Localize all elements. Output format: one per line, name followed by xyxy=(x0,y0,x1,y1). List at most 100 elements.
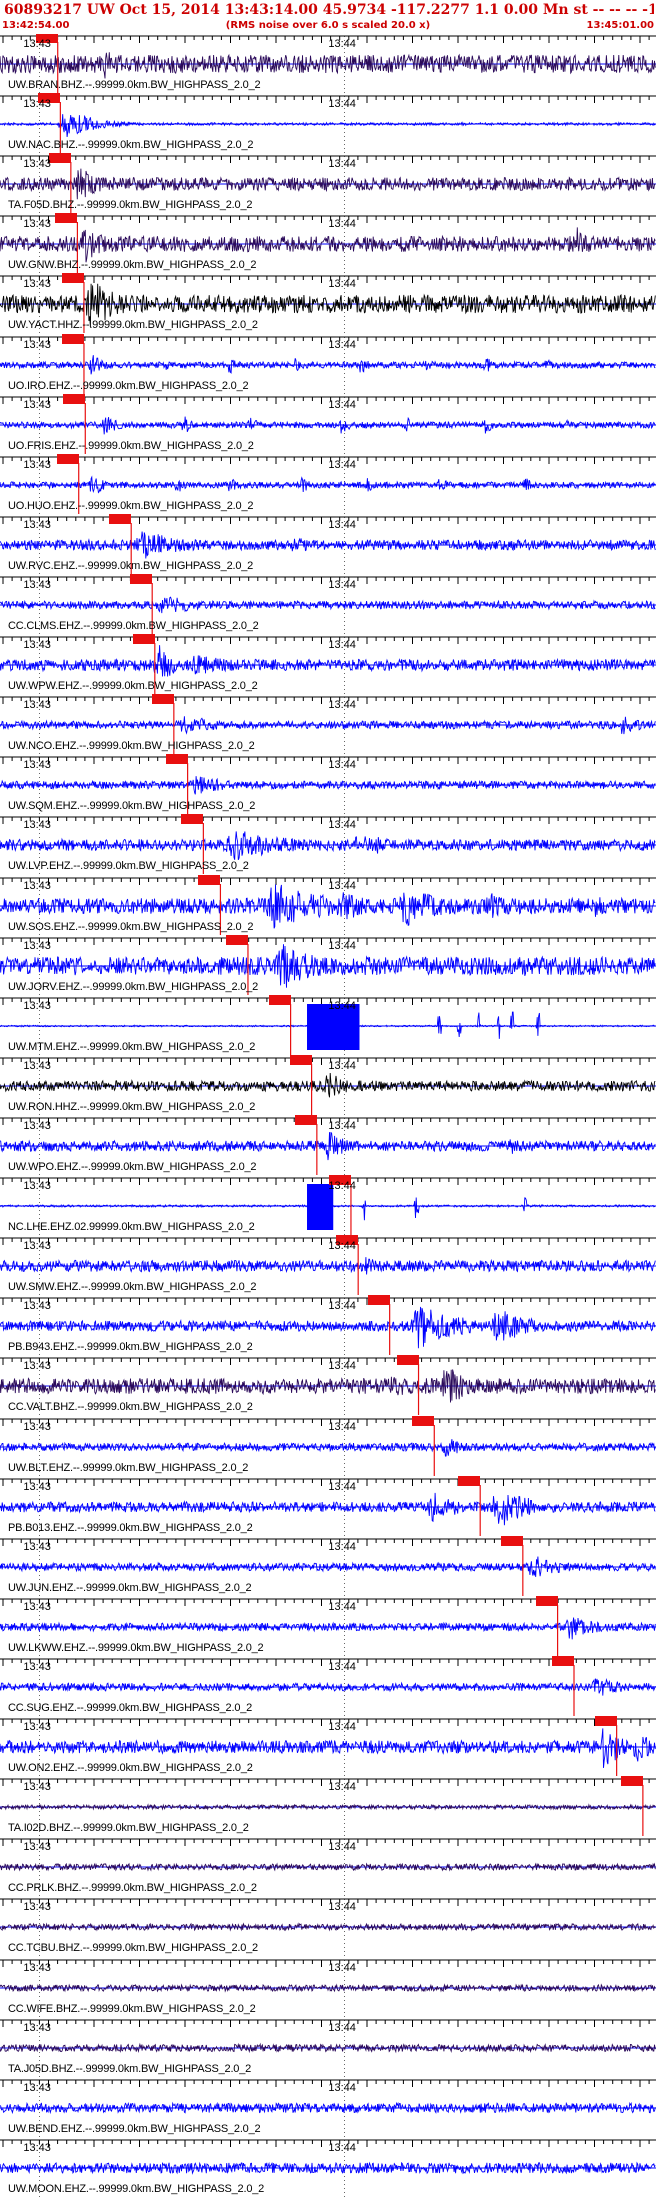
phase-pick-marker[interactable] xyxy=(620,1776,643,1786)
station-label: UW.JUN.EHZ.--.99999.0km.BW_HIGHPASS_2.0_… xyxy=(8,1582,252,1594)
station-label: UW.BLT.EHZ.--.99999.0km.BW_HIGHPASS_2.0_… xyxy=(8,1462,249,1474)
phase-pick-marker[interactable] xyxy=(458,1476,481,1486)
time-label-1344: 13:44 xyxy=(328,2142,356,2154)
phase-pick-marker[interactable] xyxy=(225,935,248,945)
time-label-1344: 13:44 xyxy=(328,1360,356,1372)
trace-row: 13:43 13:44 CC.PRLK.BHZ.--.99999.0km.BW_HI… xyxy=(0,1837,656,1896)
trace-row: 13:43 13:44 TA.J05D.BHZ.--.99999.0km.BW_HI… xyxy=(0,2018,656,2077)
station-label: UO.IRO.EHZ.--.99999.0km.BW_HIGHPASS_2.0_… xyxy=(8,380,249,392)
time-label-1343: 13:43 xyxy=(23,459,51,471)
phase-pick-marker[interactable] xyxy=(367,1295,390,1305)
phase-pick-marker[interactable] xyxy=(294,1115,317,1125)
station-label: UW.SQM.EHZ.--.99999.0km.BW_HIGHPASS_2.0_… xyxy=(8,800,256,812)
phase-pick-marker[interactable] xyxy=(132,634,155,644)
phase-pick-marker[interactable] xyxy=(55,213,78,223)
time-label-1344: 13:44 xyxy=(328,1060,356,1072)
trace-row: 13:43 13:44 UW.SQM.EHZ.--.99999.0km.BW_HIG… xyxy=(0,754,656,814)
trace-row: 13:43 13:44 UW.RON.HHZ.--.99999.0km.BW_HIG… xyxy=(0,1055,656,1115)
time-label-1343: 13:43 xyxy=(23,1661,51,1673)
time-label-1344: 13:44 xyxy=(328,339,356,351)
phase-pick-marker[interactable] xyxy=(396,1355,419,1365)
phase-pick-marker[interactable] xyxy=(181,814,204,824)
phase-pick-marker[interactable] xyxy=(63,394,86,404)
phase-pick-marker[interactable] xyxy=(268,995,291,1005)
station-label: UW.BEND.EHZ.--.99999.0km.BW_HIGHPASS_2.0… xyxy=(8,2123,261,2135)
time-label-1343: 13:43 xyxy=(23,1601,51,1613)
station-label: CC.TCBU.BHZ.--.99999.0km.BW_HIGHPASS_2.0… xyxy=(8,1942,258,1954)
phase-pick-marker[interactable] xyxy=(130,574,153,584)
phase-pick-marker[interactable] xyxy=(61,273,84,283)
time-label-1343: 13:43 xyxy=(23,639,51,651)
station-label: UW.LVP.EHZ.--.99999.0km.BW_HIGHPASS_2.0_… xyxy=(8,860,249,872)
trace-row: 13:43 13:44 UO.HUO.EHZ.--.99999.0km.BW_HIG… xyxy=(0,454,656,514)
phase-pick-marker[interactable] xyxy=(56,454,79,464)
trace-row: 13:43 13:44 PB.B013.EHZ.--.99999.0km.BW_HI… xyxy=(0,1476,656,1536)
time-label-1344: 13:44 xyxy=(328,579,356,591)
trace-row: 13:43 13:44 CC.TCBU.BHZ.--.99999.0km.BW_HI… xyxy=(0,1897,656,1956)
time-label-1344: 13:44 xyxy=(328,1180,356,1192)
trace-row: 13:43 13:44 UW.WPO.EHZ.--.99999.0km.BW_HIG… xyxy=(0,1115,656,1175)
station-label: CC.SUG.EHZ.--.99999.0km.BW_HIGHPASS_2.0_… xyxy=(8,1702,253,1714)
time-label-1343: 13:43 xyxy=(23,1781,51,1793)
phase-pick-marker[interactable] xyxy=(412,1416,435,1426)
station-label: UW.MTM.EHZ.--.99999.0km.BW_HIGHPASS_2.0_… xyxy=(8,1041,256,1053)
phase-pick-marker[interactable] xyxy=(552,1656,574,1666)
station-label: CC.VALT.BHZ.--.99999.0km.BW_HIGHPASS_2.0… xyxy=(8,1401,253,1413)
phase-pick-marker[interactable] xyxy=(151,694,174,704)
trace-row: 13:43 13:44 CC.SUG.EHZ.--.99999.0km.BW_HIG… xyxy=(0,1656,656,1716)
time-label-1343: 13:43 xyxy=(23,1060,51,1072)
time-label-1344: 13:44 xyxy=(328,1962,356,1974)
trace-row: 13:43 13:44 UW.LKWW.EHZ.--.99999.0km.BW_HI… xyxy=(0,1596,656,1656)
end-time: 13:45:01.00 xyxy=(586,20,654,31)
waveform xyxy=(0,2101,656,2115)
time-label-1343: 13:43 xyxy=(23,38,51,50)
time-label-1343: 13:43 xyxy=(23,1300,51,1312)
trace-row: 13:43 13:44 UW.JUN.EHZ.--.99999.0km.BW_HIG… xyxy=(0,1536,656,1596)
station-label: UW.MOON.EHZ.--.99999.0km.BW_HIGHPASS_2.0… xyxy=(8,2183,265,2195)
station-label: UW.WPO.EHZ.--.99999.0km.BW_HIGHPASS_2.0_… xyxy=(8,1161,257,1173)
time-label-1344: 13:44 xyxy=(328,940,356,952)
trace-row: 13:43 13:44 UW.JORV.EHZ.--.99999.0km.BW_HI… xyxy=(0,935,656,995)
time-label-1343: 13:43 xyxy=(23,158,51,170)
trace-row: 13:43 13:44 UW.NAC.BHZ.--.99999.0km.BW_HIG… xyxy=(0,93,656,153)
trace-row: 13:43 13:44 UW.SOS.EHZ.--.99999.0km.BW_HIG… xyxy=(0,875,656,935)
station-label: PB.B013.EHZ.--.99999.0km.BW_HIGHPASS_2.0… xyxy=(8,1522,253,1534)
phase-pick-marker[interactable] xyxy=(198,875,221,885)
station-label: NC.LHE.EHZ.02.99999.0km.BW_HIGHPASS_2.0_… xyxy=(8,1221,255,1233)
phase-pick-marker[interactable] xyxy=(165,754,188,764)
trace-row: 13:43 13:44 UW.LVP.EHZ.--.99999.0km.BW_HIG… xyxy=(0,814,656,874)
trace-row: 13:43 13:44 CC.WIFE.BHZ.--.99999.0km.BW_HI… xyxy=(0,1958,656,2017)
event-header: 60893217 UW Oct 15, 2014 13:43:14.00 45.… xyxy=(0,0,656,34)
time-label-1344: 13:44 xyxy=(328,880,356,892)
waveform xyxy=(0,114,656,138)
phase-pick-marker[interactable] xyxy=(594,1716,617,1726)
seismogram-viewer: 60893217 UW Oct 15, 2014 13:43:14.00 45.… xyxy=(0,0,656,2198)
station-label: UW.BRAN.BHZ.--.99999.0km.BW_HIGHPASS_2.0… xyxy=(8,79,261,91)
time-label-1344: 13:44 xyxy=(328,519,356,531)
station-label: CC.WIFE.BHZ.--.99999.0km.BW_HIGHPASS_2.0… xyxy=(8,2003,256,2015)
station-label: UW.NAC.BHZ.--.99999.0km.BW_HIGHPASS_2.0_… xyxy=(8,139,254,151)
trace-row: 13:43 13:44 CC.VALT.BHZ.--.99999.0km.BW_HI… xyxy=(0,1355,656,1415)
time-label-1343: 13:43 xyxy=(23,1000,51,1012)
time-label-1344: 13:44 xyxy=(328,1000,356,1012)
phase-pick-marker[interactable] xyxy=(109,514,132,524)
trace-row: 13:43 13:44 TA.F05D.BHZ.--.99999.0km.BW_HI… xyxy=(0,153,656,213)
phase-pick-marker[interactable] xyxy=(535,1596,558,1606)
trace-row: 13:43 13:44 UW.SMW.EHZ.--.99999.0km.BW_HIG… xyxy=(0,1235,656,1295)
time-label-1343: 13:43 xyxy=(23,579,51,591)
waveform xyxy=(0,1492,656,1526)
phase-pick-marker[interactable] xyxy=(289,1055,312,1065)
time-label-1343: 13:43 xyxy=(23,1841,51,1853)
time-label-1343: 13:43 xyxy=(23,2142,51,2154)
time-label-1343: 13:43 xyxy=(23,1240,51,1252)
time-label-1343: 13:43 xyxy=(23,819,51,831)
time-label-1343: 13:43 xyxy=(23,880,51,892)
phase-pick-marker[interactable] xyxy=(500,1536,523,1546)
time-label-1343: 13:43 xyxy=(23,1120,51,1132)
time-label-1344: 13:44 xyxy=(328,1781,356,1793)
phase-pick-marker[interactable] xyxy=(48,153,71,163)
rms-note: (RMS noise over 6.0 s scaled 20.0 x) xyxy=(225,20,431,31)
time-label-1344: 13:44 xyxy=(328,1901,356,1913)
phase-pick-marker[interactable] xyxy=(61,334,84,344)
time-label-1344: 13:44 xyxy=(328,459,356,471)
